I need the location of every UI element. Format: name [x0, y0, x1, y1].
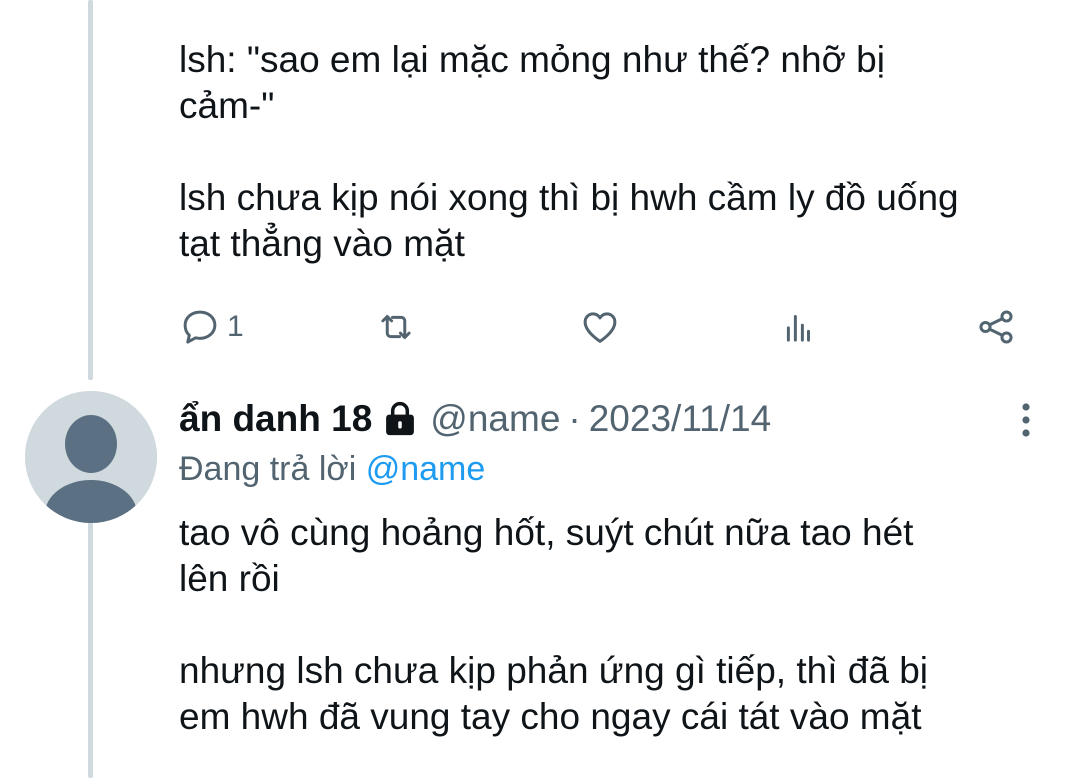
separator-dot: ·: [568, 398, 581, 439]
like-button[interactable]: [579, 304, 621, 350]
user-handle[interactable]: @name: [430, 398, 560, 440]
tweet-date[interactable]: 2023/11/14: [589, 398, 771, 440]
share-button[interactable]: [975, 304, 1017, 350]
avatar-placeholder-icon: [25, 391, 157, 523]
display-name[interactable]: ẩn danh 18: [179, 398, 372, 440]
more-options-icon: [1022, 403, 1030, 437]
views-icon: [786, 315, 810, 342]
replying-to-label: Đang trả lời: [179, 450, 357, 488]
more-options-button[interactable]: [1008, 398, 1044, 442]
retweet-button[interactable]: [375, 304, 417, 350]
previous-tweet-text: lsh: "sao em lại mặc mỏng như thế? nhỡ b…: [179, 39, 959, 264]
tweet-action-bar: 1: [179, 304, 1039, 350]
like-icon: [583, 312, 617, 343]
replying-to: Đang trả lời @name: [179, 446, 485, 492]
avatar[interactable]: [25, 391, 157, 523]
reply-button[interactable]: 1: [179, 304, 244, 350]
replying-to-handle[interactable]: @name: [366, 450, 486, 488]
reply-count: 1: [227, 310, 244, 343]
retweet-icon: [381, 315, 411, 339]
reply-icon: [183, 310, 217, 344]
reply-tweet-text: tao vô cùng hoảng hốt, suýt chút nữa tao…: [179, 512, 929, 737]
thread-connector-line-lower: [88, 522, 93, 778]
lock-icon: [382, 400, 418, 438]
tweet-header: ẩn danh 18 @name · 2023/11/14: [179, 393, 771, 445]
share-icon: [979, 310, 1013, 344]
thread-connector-line: [88, 0, 93, 380]
views-button[interactable]: [777, 304, 819, 350]
